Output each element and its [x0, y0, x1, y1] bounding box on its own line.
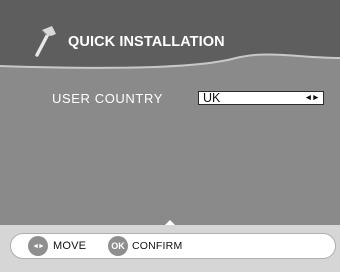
up-arrow-icon	[165, 220, 175, 225]
ok-icon: OK	[111, 241, 125, 251]
key-hint-bar: ◄► MOVE OK CONFIRM	[10, 233, 336, 259]
left-right-arrows-icon: ◄►	[304, 92, 320, 102]
left-right-icon: ◄►	[32, 242, 45, 250]
user-country-value: UK	[203, 91, 221, 105]
move-key-icon: ◄►	[28, 236, 48, 256]
quick-installation-screen: QUICK INSTALLATION USER COUNTRY UK ◄► ◄►…	[0, 0, 340, 272]
ok-key-icon: OK	[108, 236, 128, 256]
page-title: QUICK INSTALLATION	[68, 34, 225, 50]
user-country-select[interactable]: UK ◄►	[198, 91, 324, 105]
user-country-label: USER COUNTRY	[52, 91, 163, 106]
move-hint-label: MOVE	[53, 240, 87, 252]
hammer-icon	[35, 26, 56, 57]
confirm-hint-label: CONFIRM	[132, 240, 183, 252]
